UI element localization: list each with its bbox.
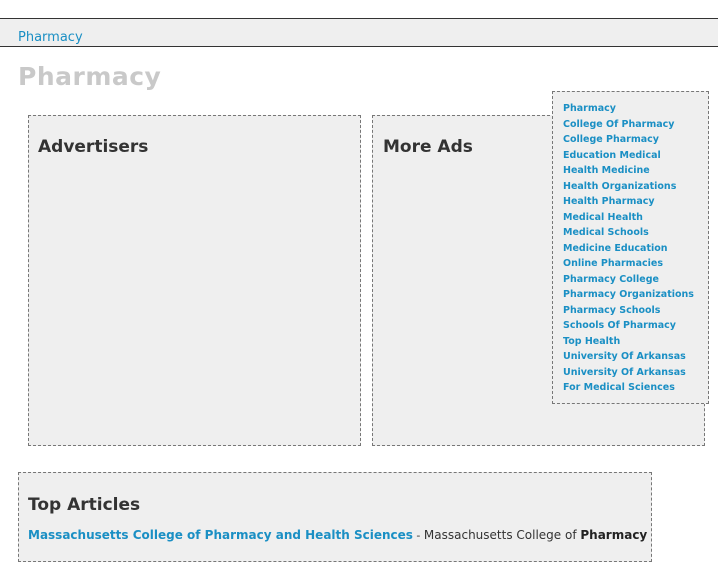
keyword-item: Top Health bbox=[563, 334, 708, 350]
keyword-link[interactable]: University Of Arkansas bbox=[563, 351, 686, 362]
keyword-item: Medical Health bbox=[563, 210, 708, 226]
keyword-link[interactable]: Medical Health bbox=[563, 212, 643, 223]
keyword-list: Pharmacy College Of Pharmacy College Pha… bbox=[563, 101, 708, 396]
keyword-link[interactable]: Online Pharmacies bbox=[563, 258, 663, 269]
keyword-link[interactable]: Pharmacy bbox=[563, 103, 616, 114]
keyword-links-panel: Pharmacy College Of Pharmacy College Pha… bbox=[552, 91, 709, 404]
keyword-item: Health Pharmacy bbox=[563, 194, 708, 210]
top-navigation-bar: Pharmacy bbox=[0, 18, 718, 47]
keyword-link[interactable]: Pharmacy College bbox=[563, 274, 659, 285]
article-item: Massachusetts College of Pharmacy and He… bbox=[28, 528, 647, 542]
keyword-item: Schools Of Pharmacy bbox=[563, 318, 708, 334]
keyword-link[interactable]: Medical Schools bbox=[563, 227, 649, 238]
keyword-link[interactable]: Health Medicine bbox=[563, 165, 650, 176]
keyword-link[interactable]: Pharmacy Schools bbox=[563, 305, 660, 316]
keyword-item: Education Medical bbox=[563, 148, 708, 164]
top-articles-heading: Top Articles bbox=[28, 495, 141, 515]
top-articles-panel: Top Articles Massachusetts College of Ph… bbox=[18, 472, 652, 562]
keyword-link[interactable]: Health Organizations bbox=[563, 181, 676, 192]
keyword-item: Medicine Education bbox=[563, 241, 708, 257]
keyword-item: College Of Pharmacy bbox=[563, 117, 708, 133]
keyword-item: Pharmacy Organizations bbox=[563, 287, 708, 303]
keyword-item: Pharmacy College bbox=[563, 272, 708, 288]
article-snippet-highlight: Pharmacy bbox=[580, 528, 648, 542]
keyword-link[interactable]: For Medical Sciences bbox=[563, 382, 675, 393]
keyword-link[interactable]: University Of Arkansas bbox=[563, 367, 686, 378]
article-link[interactable]: Massachusetts College of Pharmacy and He… bbox=[28, 528, 413, 542]
keyword-link[interactable]: Medicine Education bbox=[563, 243, 668, 254]
more-ads-heading: More Ads bbox=[383, 137, 473, 157]
keyword-item: Health Organizations bbox=[563, 179, 708, 195]
keyword-item: Pharmacy bbox=[563, 101, 708, 117]
keyword-link[interactable]: Health Pharmacy bbox=[563, 196, 655, 207]
keyword-item: For Medical Sciences bbox=[563, 380, 708, 396]
advertisers-heading: Advertisers bbox=[38, 137, 149, 157]
breadcrumb-pharmacy-link[interactable]: Pharmacy bbox=[18, 30, 83, 45]
keyword-item: University Of Arkansas bbox=[563, 365, 708, 381]
keyword-item: Online Pharmacies bbox=[563, 256, 708, 272]
article-separator: - bbox=[412, 529, 424, 542]
keyword-link[interactable]: Education Medical bbox=[563, 150, 661, 161]
keyword-link[interactable]: College Pharmacy bbox=[563, 134, 659, 145]
keyword-link[interactable]: Schools Of Pharmacy bbox=[563, 320, 676, 331]
keyword-item: College Pharmacy bbox=[563, 132, 708, 148]
keyword-link[interactable]: College Of Pharmacy bbox=[563, 119, 674, 130]
page-title: Pharmacy bbox=[18, 62, 162, 91]
advertisers-panel: Advertisers bbox=[28, 115, 361, 446]
keyword-item: University Of Arkansas bbox=[563, 349, 708, 365]
keyword-link[interactable]: Top Health bbox=[563, 336, 620, 347]
article-snippet: Massachusetts College of bbox=[423, 528, 581, 542]
keyword-item: Pharmacy Schools bbox=[563, 303, 708, 319]
keyword-item: Medical Schools bbox=[563, 225, 708, 241]
keyword-link[interactable]: Pharmacy Organizations bbox=[563, 289, 694, 300]
keyword-item: Health Medicine bbox=[563, 163, 708, 179]
